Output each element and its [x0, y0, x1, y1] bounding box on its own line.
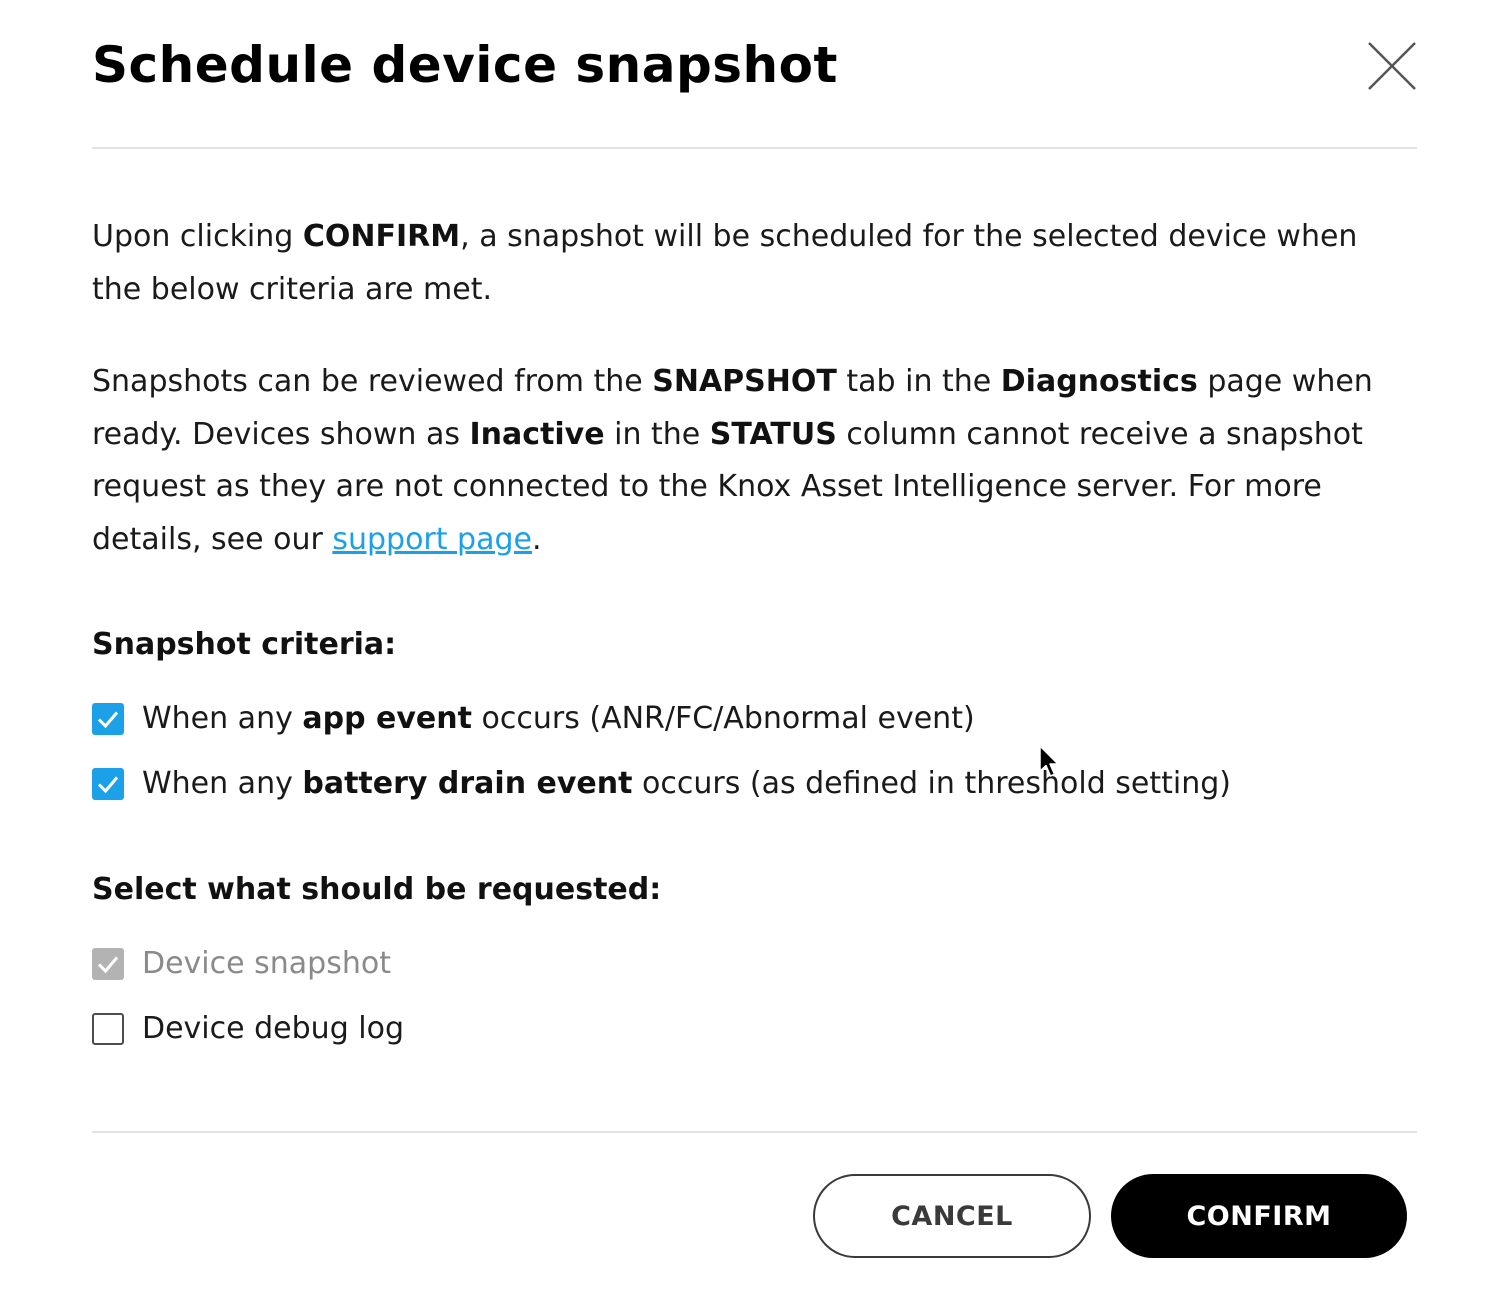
criteria-heading: Snapshot criteria:: [92, 627, 397, 662]
request-heading: Select what should be requested:: [92, 872, 662, 907]
app-event-label: When any app event occurs (ANR/FC/Abnorm…: [142, 701, 975, 736]
request-option-device-snapshot: Device snapshot: [92, 944, 391, 984]
dialog-title: Schedule device snapshot: [92, 36, 838, 94]
footer-divider: [92, 1131, 1417, 1133]
request-option-device-debug-log[interactable]: Device debug log: [92, 1009, 404, 1049]
mouse-pointer-icon: [1039, 745, 1059, 777]
checkmark-icon: [97, 956, 119, 974]
cancel-button[interactable]: CANCEL: [813, 1174, 1091, 1258]
battery-drain-checkbox[interactable]: [92, 768, 124, 800]
criteria-option-app-event[interactable]: When any app event occurs (ANR/FC/Abnorm…: [92, 699, 975, 739]
device-snapshot-checkbox: [92, 948, 124, 980]
snapshot-info-paragraph: Snapshots can be reviewed from the SNAPS…: [92, 364, 1373, 557]
battery-drain-label: When any battery drain event occurs (as …: [142, 766, 1231, 801]
checkmark-icon: [97, 776, 119, 794]
intro-paragraph: Upon clicking CONFIRM, a snapshot will b…: [92, 219, 1358, 307]
device-debug-log-checkbox[interactable]: [92, 1013, 124, 1045]
close-button[interactable]: [1364, 38, 1420, 94]
checkmark-icon: [97, 711, 119, 729]
confirm-button[interactable]: CONFIRM: [1111, 1174, 1407, 1258]
header-divider: [92, 147, 1417, 149]
close-icon: [1368, 42, 1416, 90]
app-event-checkbox[interactable]: [92, 703, 124, 735]
device-debug-log-label: Device debug log: [142, 1011, 405, 1046]
support-page-link[interactable]: support page: [332, 522, 532, 557]
device-snapshot-label: Device snapshot: [142, 946, 391, 981]
